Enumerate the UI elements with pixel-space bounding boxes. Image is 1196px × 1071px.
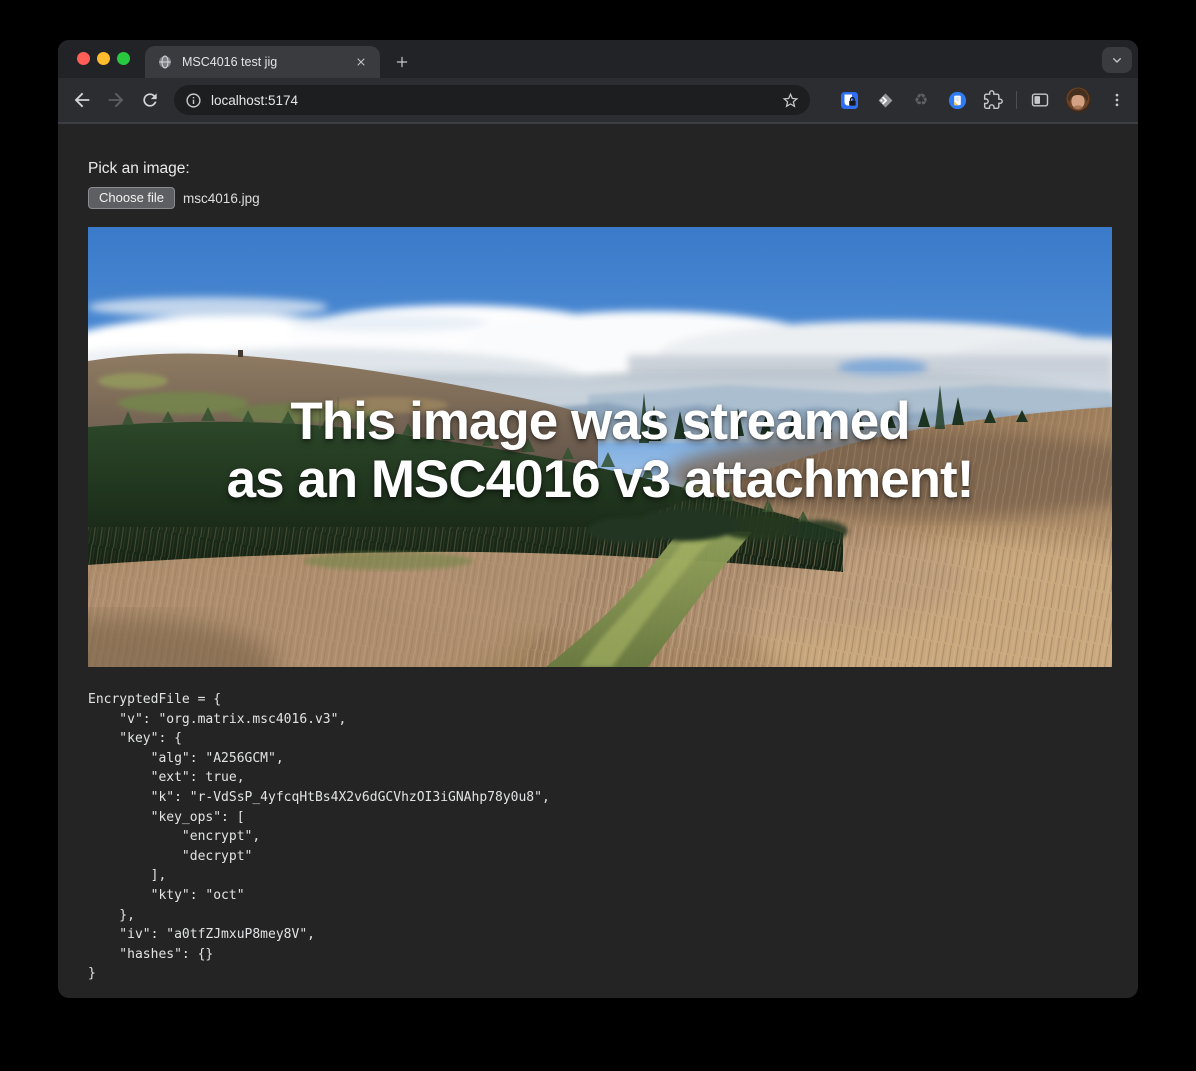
browser-window: MSC4016 test jig bbox=[58, 40, 1138, 998]
browser-tab[interactable]: MSC4016 test jig bbox=[145, 46, 380, 78]
image-caption: This image was streamed as an MSC4016 v3… bbox=[88, 393, 1112, 509]
extension-arrow-icon[interactable] bbox=[870, 85, 900, 115]
image-caption-line2: as an MSC4016 v3 attachment! bbox=[88, 451, 1112, 509]
minimize-window-button[interactable] bbox=[97, 52, 110, 65]
window-controls bbox=[77, 52, 130, 65]
forward-button[interactable] bbox=[100, 84, 132, 116]
page-content: Pick an image: Choose file msc4016.jpg bbox=[58, 124, 1138, 984]
tab-favicon-globe-icon bbox=[157, 54, 173, 70]
new-tab-button[interactable] bbox=[388, 48, 416, 76]
file-input: Choose file msc4016.jpg bbox=[88, 187, 1138, 209]
tab-search-button[interactable] bbox=[1102, 47, 1132, 73]
site-info-icon[interactable] bbox=[185, 92, 202, 109]
tab-strip: MSC4016 test jig bbox=[58, 40, 1138, 78]
url-text: localhost:5174 bbox=[211, 93, 781, 108]
side-panel-icon[interactable] bbox=[1025, 85, 1055, 115]
address-bar[interactable]: localhost:5174 bbox=[174, 85, 810, 115]
zoom-window-button[interactable] bbox=[117, 52, 130, 65]
extension-recycle-icon[interactable]: ♻ bbox=[906, 85, 936, 115]
back-button[interactable] bbox=[66, 84, 98, 116]
toolbar-separator bbox=[1016, 91, 1017, 109]
browser-toolbar: localhost:5174 bbox=[58, 78, 1138, 124]
extension-lock-icon[interactable] bbox=[834, 85, 864, 115]
profile-avatar[interactable] bbox=[1065, 87, 1091, 113]
image-caption-line1: This image was streamed bbox=[88, 393, 1112, 451]
tab-close-icon[interactable] bbox=[352, 53, 370, 71]
encrypted-file-json: EncryptedFile = { "v": "org.matrix.msc40… bbox=[88, 690, 1138, 984]
tab-title: MSC4016 test jig bbox=[182, 55, 352, 69]
extensions-puzzle-icon[interactable] bbox=[978, 85, 1008, 115]
close-window-button[interactable] bbox=[77, 52, 90, 65]
extension-document-icon[interactable] bbox=[942, 85, 972, 115]
choose-file-button[interactable]: Choose file bbox=[88, 187, 175, 209]
picker-label: Pick an image: bbox=[88, 160, 1138, 178]
selected-filename: msc4016.jpg bbox=[183, 191, 260, 206]
streamed-image: This image was streamed as an MSC4016 v3… bbox=[88, 227, 1112, 667]
reload-button[interactable] bbox=[134, 84, 166, 116]
bookmark-star-icon[interactable] bbox=[781, 91, 800, 110]
menu-kebab-icon[interactable] bbox=[1103, 86, 1131, 114]
desktop-background: MSC4016 test jig bbox=[0, 0, 1196, 1071]
